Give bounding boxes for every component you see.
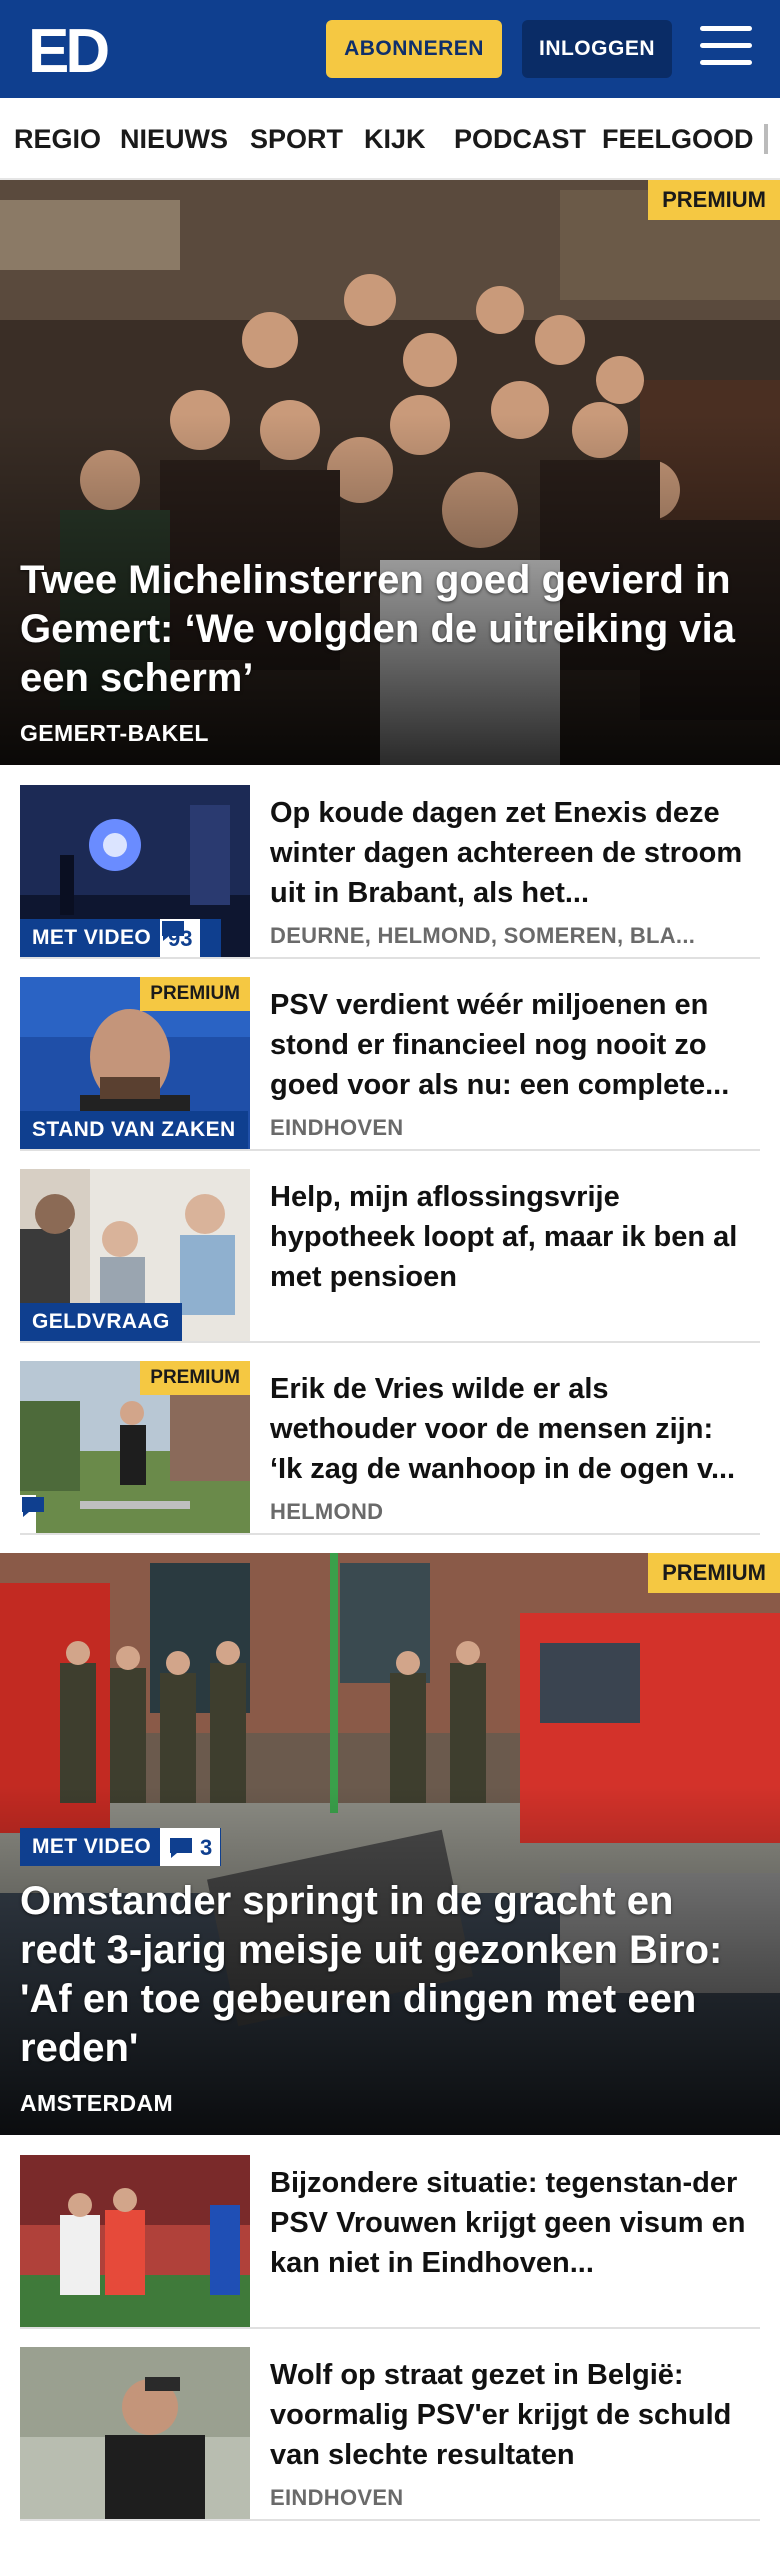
article-location: EINDHOVEN (270, 1115, 404, 1140)
hero-location: AMSTERDAM (20, 2090, 174, 2116)
article-psv-vrouwen[interactable]: Bijzondere situatie: tegenstan-der PSV V… (20, 2155, 760, 2329)
nav-item-sport[interactable]: SPORT (250, 98, 343, 178)
category-label: GELDVRAAG (20, 1303, 182, 1341)
hero-title[interactable]: Twee Michelinsterren goed gevierd in Gem… (20, 556, 760, 703)
premium-badge: PREMIUM (648, 1553, 780, 1593)
comment-icon (22, 1497, 44, 1517)
article-erik-de-vries[interactable]: PREMIUM Erik de Vries wilde er als wetho… (20, 1361, 760, 1535)
hero-article-michelin[interactable]: PREMIUM Twee Michelinsterren goed gevier… (0, 180, 780, 765)
comment-count[interactable]: 93 (160, 919, 201, 957)
subscribe-button[interactable]: ABONNEREN (326, 20, 502, 78)
article-title[interactable]: PSV verdient wéér miljoenen en stond er … (270, 985, 750, 1105)
nav-item-feelgood[interactable]: FEELGOOD (602, 98, 754, 178)
article-thumbnail: GELDVRAAG (20, 1169, 250, 1341)
article-thumbnail (20, 2155, 250, 2327)
article-title[interactable]: Erik de Vries wilde er als wethouder voo… (270, 1369, 750, 1489)
article-thumbnail: PREMIUM (20, 1361, 250, 1533)
nav-item-kijk[interactable]: KIJK (364, 98, 426, 178)
comment-icon (162, 921, 184, 941)
premium-badge: PREMIUM (140, 1361, 250, 1395)
article-location: DEURNE, HELMOND, SOMEREN, BLA... (270, 923, 696, 948)
hero-article-gracht[interactable]: PREMIUM MET VIDEO 3 Omstander springt in… (0, 1553, 780, 2135)
premium-badge: PREMIUM (648, 180, 780, 220)
category-label: STAND VAN ZAKEN (20, 1111, 248, 1149)
nav-overflow-indicator (764, 124, 768, 154)
top-header: ED ABONNEREN INLOGGEN (0, 0, 780, 98)
article-location: HELMOND (270, 1499, 384, 1524)
article-title[interactable]: Bijzondere situatie: tegenstan-der PSV V… (270, 2163, 750, 2283)
article-enexis[interactable]: MET VIDEO 93 Op koude dagen zet Enexis d… (20, 785, 760, 959)
svg-text:ED: ED (28, 20, 108, 78)
hero-title[interactable]: Omstander springt in de gracht en redt 3… (20, 1877, 760, 2073)
hero-location: GEMERT-BAKEL (20, 720, 209, 746)
article-hypotheek[interactable]: GELDVRAAG Help, mijn aflossingsvrije hyp… (20, 1169, 760, 1343)
nav-item-podcast[interactable]: PODCAST (454, 98, 586, 178)
ed-logo[interactable]: ED (28, 20, 114, 78)
article-thumbnail: PREMIUM STAND VAN ZAKEN (20, 977, 250, 1149)
section-nav: REGIO NIEUWS SPORT KIJK PODCAST FEELGOOD (0, 98, 780, 180)
nav-item-regio[interactable]: REGIO (14, 98, 101, 178)
hamburger-icon[interactable] (700, 26, 752, 72)
premium-badge: PREMIUM (140, 977, 250, 1011)
comment-icon (170, 1838, 192, 1859)
nav-item-nieuws[interactable]: NIEUWS (120, 98, 228, 178)
comment-count[interactable]: 3 (160, 1828, 221, 1866)
article-title[interactable]: Help, mijn aflossingsvrije hypotheek loo… (270, 1177, 750, 1297)
article-thumbnail: MET VIDEO 93 (20, 785, 250, 957)
login-button[interactable]: INLOGGEN (522, 20, 672, 78)
article-psv-finance[interactable]: PREMIUM STAND VAN ZAKEN PSV verdient wéé… (20, 977, 760, 1151)
article-title[interactable]: Op koude dagen zet Enexis deze winter da… (270, 793, 750, 913)
article-thumbnail (20, 2347, 250, 2519)
article-title[interactable]: Wolf op straat gezet in België: voormali… (270, 2355, 750, 2475)
comment-button[interactable] (20, 1495, 44, 1533)
article-location: EINDHOVEN (270, 2485, 404, 2510)
article-wolf[interactable]: Wolf op straat gezet in België: voormali… (20, 2347, 760, 2521)
